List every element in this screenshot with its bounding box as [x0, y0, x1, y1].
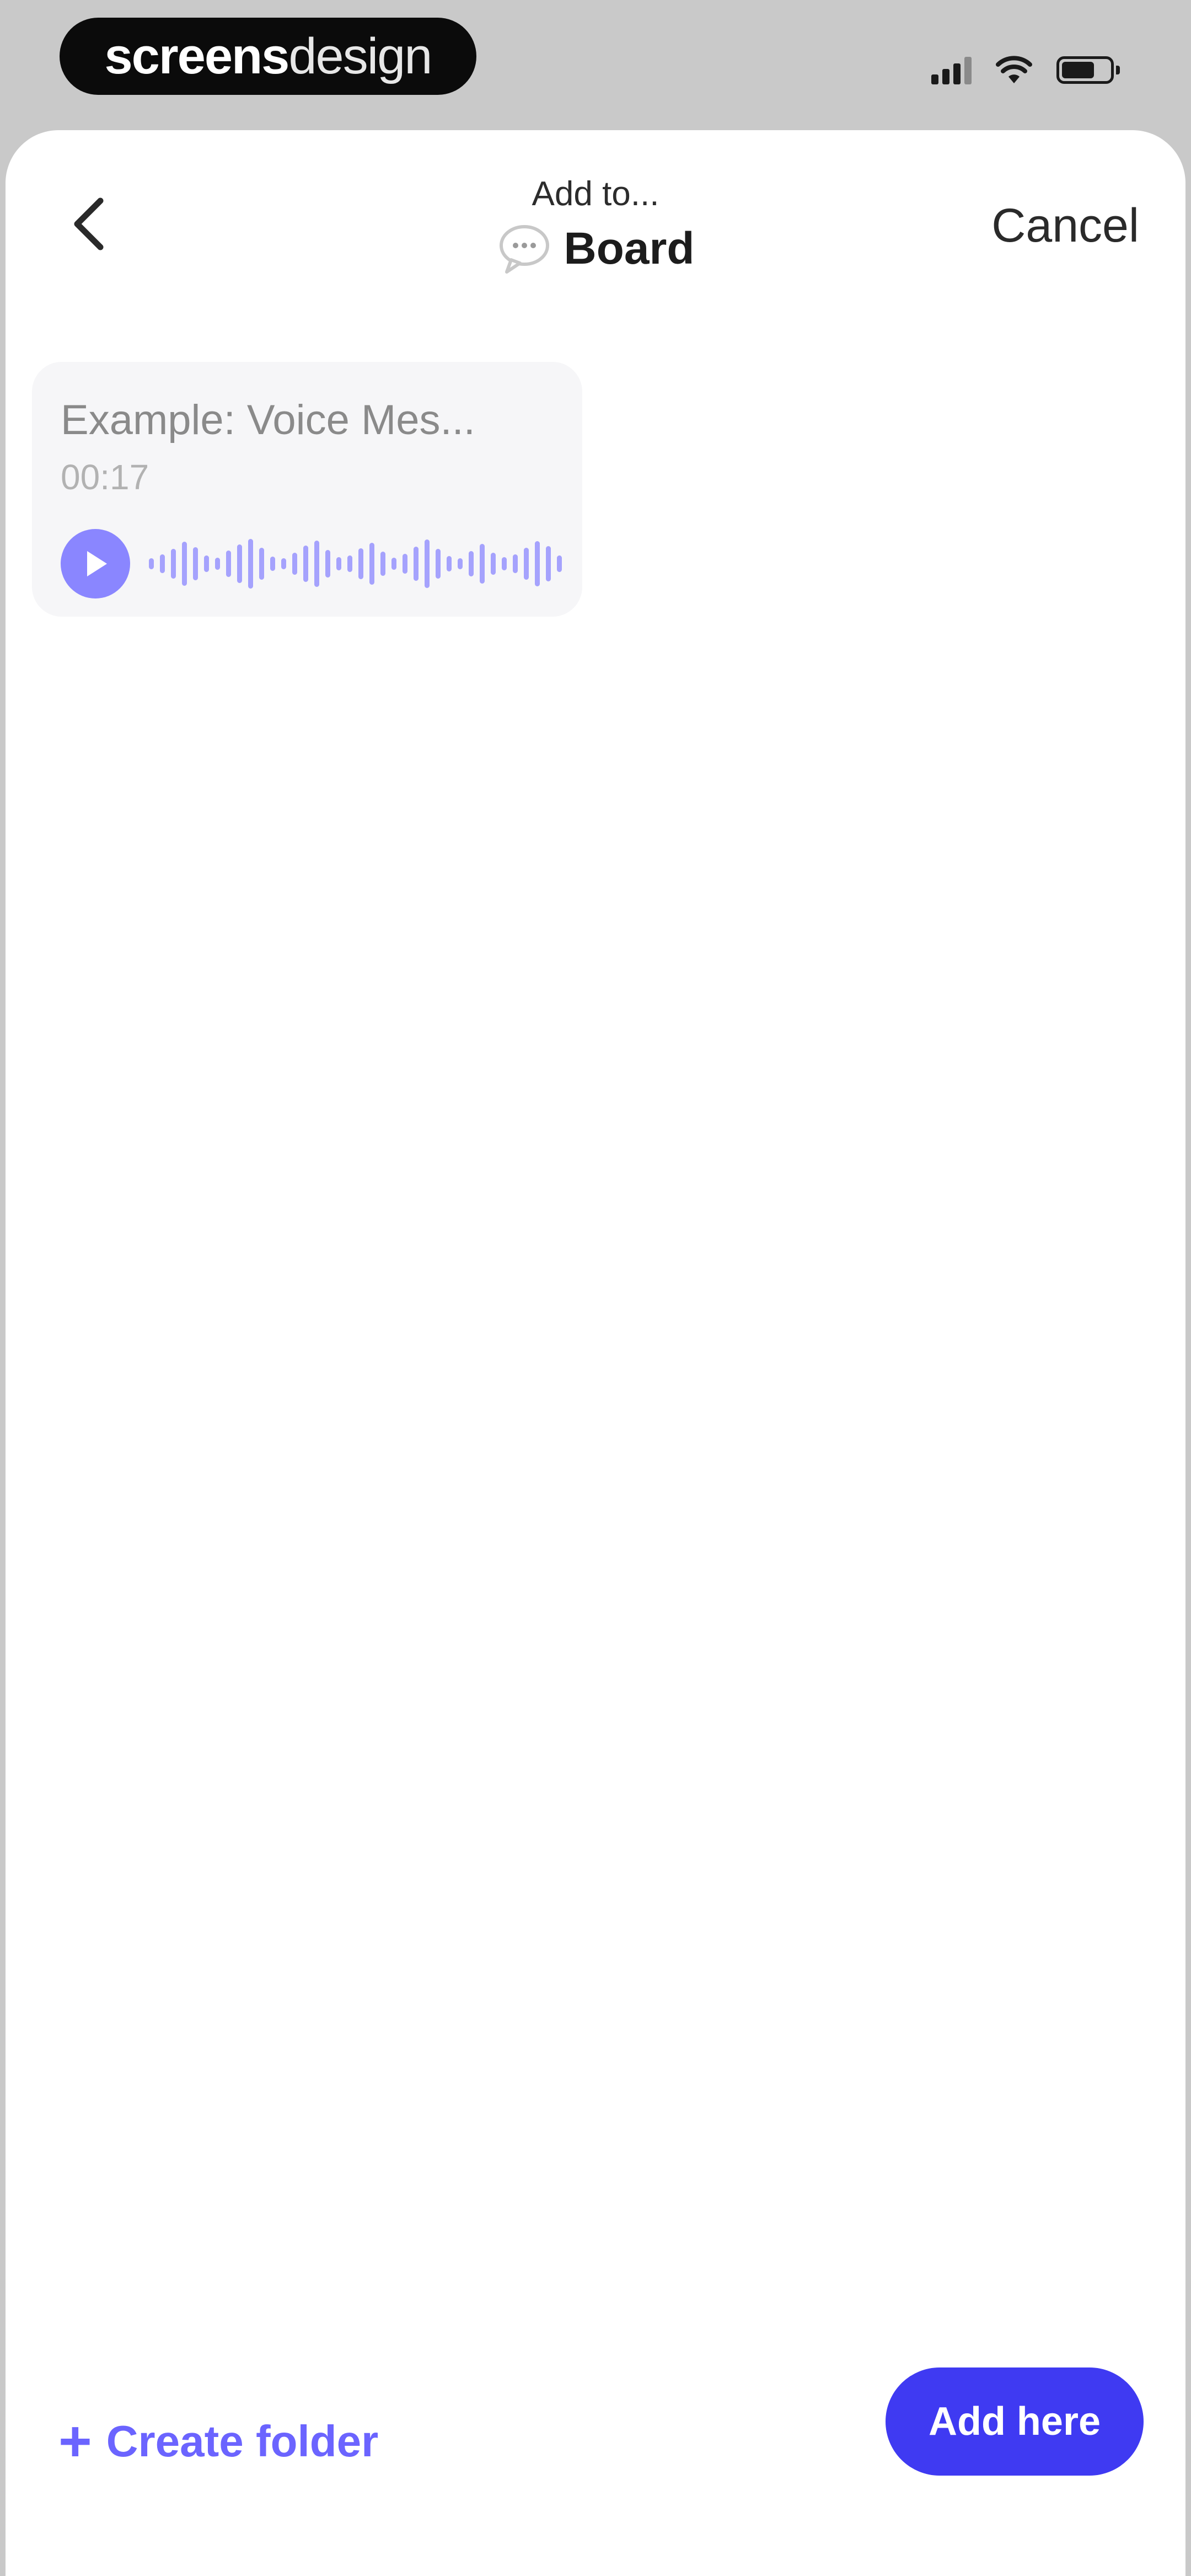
- nav-title: Board: [564, 223, 695, 274]
- waveform-bar: [215, 558, 220, 570]
- waveform-bar: [491, 553, 496, 575]
- waveform-bar: [248, 539, 253, 589]
- nav-subtitle: Add to...: [532, 175, 659, 213]
- waveform-bar: [347, 555, 352, 572]
- waveform-bar: [270, 557, 275, 571]
- waveform-bar: [336, 557, 341, 570]
- waveform-bar: [149, 558, 154, 569]
- cancel-button[interactable]: Cancel: [991, 195, 1139, 256]
- waveform[interactable]: [148, 529, 583, 598]
- voice-message-title: Example: Voice Mes...: [61, 397, 475, 443]
- waveform-bar: [535, 541, 540, 586]
- screen: screens design Add to... Board Cancel Ex…: [0, 0, 1191, 2576]
- waveform-bar: [314, 541, 319, 587]
- status-icons: [931, 51, 1120, 89]
- waveform-bar: [182, 542, 187, 586]
- waveform-bar: [369, 543, 374, 585]
- voice-message-card[interactable]: Example: Voice Mes... 00:17: [32, 362, 582, 617]
- waveform-bar: [226, 551, 231, 577]
- waveform-bar: [436, 549, 441, 579]
- create-folder-label: Create folder: [106, 2417, 379, 2466]
- waveform-bar: [480, 544, 485, 584]
- waveform-bar: [171, 549, 176, 579]
- waveform-bar: [281, 558, 286, 569]
- back-button[interactable]: [58, 191, 119, 257]
- waveform-bar: [524, 548, 529, 580]
- add-here-button[interactable]: Add here: [886, 2367, 1144, 2476]
- waveform-bar: [391, 558, 396, 570]
- waveform-bar: [358, 548, 363, 579]
- waveform-bar: [204, 555, 209, 572]
- brand-logo-bold: screens: [104, 28, 290, 84]
- waveform-bar: [425, 539, 430, 588]
- brand-logo: screens design: [60, 18, 476, 95]
- waveform-bar: [380, 552, 385, 576]
- waveform-bar: [160, 554, 165, 573]
- waveform-bar: [325, 550, 330, 578]
- nav-title-row: Board: [320, 221, 871, 276]
- waveform-bar: [292, 553, 297, 575]
- status-bar: screens design: [0, 0, 1191, 127]
- cellular-signal-icon: [931, 56, 972, 84]
- battery-icon: [1056, 56, 1120, 84]
- waveform-bar: [557, 555, 562, 572]
- waveform-bar: [403, 554, 407, 574]
- create-folder-button[interactable]: + Create folder: [58, 2403, 378, 2480]
- voice-message-duration: 00:17: [61, 457, 149, 497]
- waveform-bar: [414, 547, 419, 581]
- waveform-bar: [237, 544, 242, 583]
- waveform-bar: [502, 557, 507, 570]
- nav-title-block: Add to... Board: [320, 174, 871, 276]
- play-button[interactable]: [61, 529, 130, 598]
- waveform-bar: [458, 558, 463, 569]
- wifi-icon: [996, 56, 1032, 83]
- play-icon: [87, 551, 107, 576]
- chevron-left-icon: [74, 197, 104, 250]
- waveform-bar: [193, 547, 198, 580]
- waveform-bar: [447, 556, 452, 571]
- waveform-bar: [303, 546, 308, 582]
- brand-logo-light: design: [288, 28, 432, 84]
- speech-bubble-icon: [497, 221, 552, 276]
- waveform-bar: [259, 548, 264, 580]
- add-to-sheet: Add to... Board Cancel Example: Voice Me…: [6, 130, 1185, 2576]
- waveform-bar: [469, 551, 474, 576]
- waveform-bar: [546, 546, 551, 581]
- nav-bar: Add to... Board Cancel: [6, 130, 1185, 321]
- waveform-bar: [513, 554, 518, 573]
- plus-icon: +: [58, 2409, 92, 2473]
